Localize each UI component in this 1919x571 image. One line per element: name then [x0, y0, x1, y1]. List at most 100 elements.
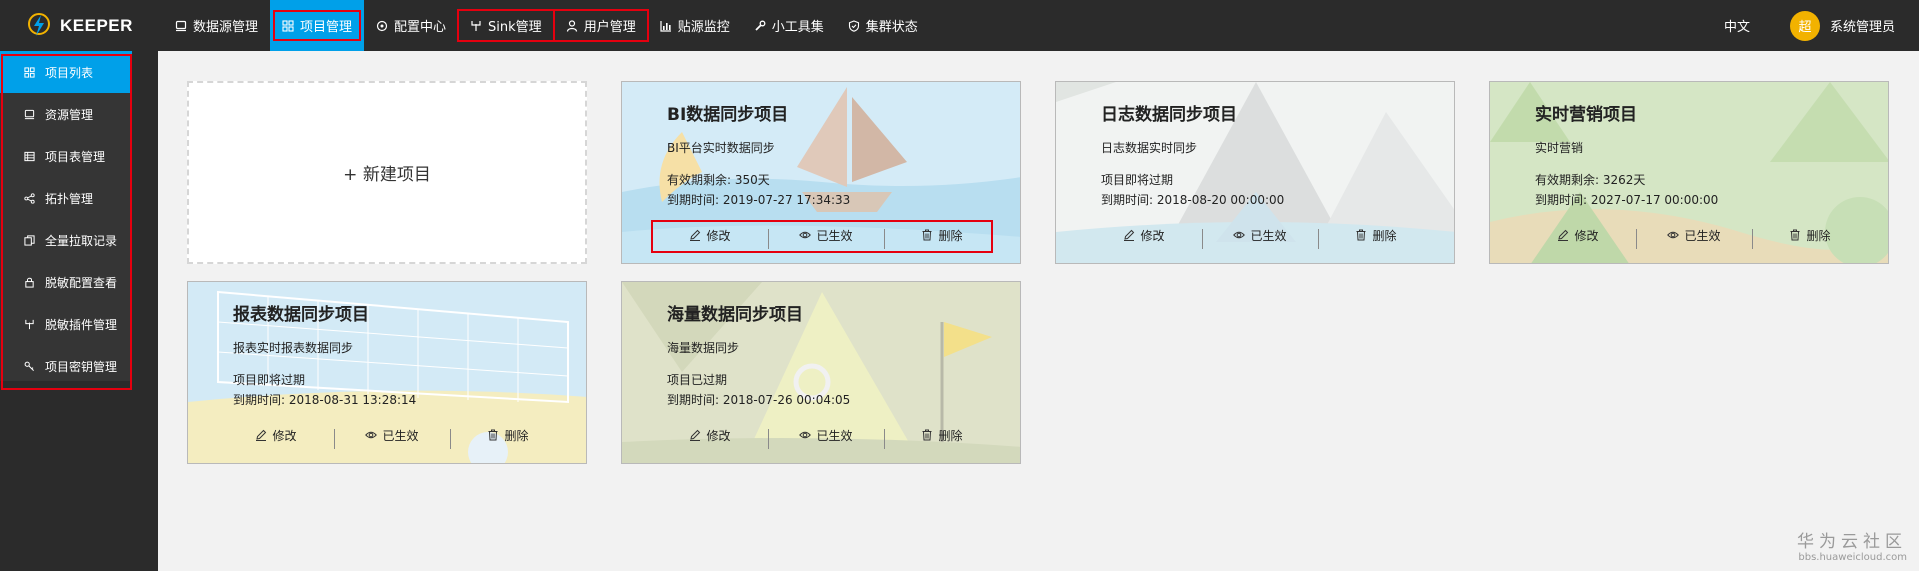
shield-icon — [848, 19, 860, 32]
top-right-area: 中文 超 系统管理员 — [1724, 0, 1895, 51]
eye-icon — [799, 231, 812, 239]
card-content: 日志数据同步项目 日志数据实时同步 项目即将过期 到期时间: 2018-08-2… — [1101, 100, 1434, 210]
sidebar-item-mask-config[interactable]: 脱敏配置查看 — [0, 261, 132, 303]
nav-item-project[interactable]: 项目管理 — [270, 0, 365, 51]
card-content: 海量数据同步项目 海量数据同步 项目已过期 到期时间: 2018-07-26 0… — [667, 300, 1000, 410]
active-status-button[interactable]: 已生效 — [1636, 227, 1752, 249]
copy-icon — [24, 234, 35, 246]
sidebar-item-project-list[interactable]: 项目列表 — [0, 51, 132, 93]
sidebar-item-label: 项目表管理 — [45, 149, 106, 164]
sidebar-item-label: 资源管理 — [45, 107, 94, 122]
eye-icon — [1233, 231, 1246, 239]
project-card[interactable]: BI数据同步项目 BI平台实时数据同步 有效期剩余: 350天 到期时间: 20… — [621, 81, 1021, 264]
nav-item-datasource[interactable]: 数据源管理 — [163, 0, 270, 51]
nav-item-user[interactable]: 用户管理 — [552, 0, 649, 51]
delete-label: 删除 — [504, 428, 529, 443]
project-title: 报表数据同步项目 — [233, 305, 369, 325]
nav-item-label: 配置中心 — [394, 20, 447, 35]
edit-button[interactable]: 修改 — [1086, 227, 1202, 244]
edit-button[interactable]: 修改 — [652, 427, 768, 444]
pencil-icon — [1124, 229, 1135, 241]
project-card[interactable]: 日志数据同步项目 日志数据实时同步 项目即将过期 到期时间: 2018-08-2… — [1055, 81, 1455, 264]
new-project-label: + 新建项目 — [343, 165, 431, 185]
project-desc: 实时营销 — [1535, 141, 1584, 155]
project-card[interactable]: 实时营销项目 实时营销 有效期剩余: 3262天 到期时间: 2027-07-1… — [1489, 81, 1889, 264]
nav-item-sink[interactable]: Sink管理 — [457, 0, 555, 51]
sidebar-item-label: 拓扑管理 — [45, 191, 94, 206]
nav-item-label: 用户管理 — [583, 20, 636, 35]
edit-label: 修改 — [272, 428, 297, 443]
active-label: 已生效 — [816, 228, 853, 243]
nav-item-label: 贴源监控 — [677, 20, 730, 35]
card-content: BI数据同步项目 BI平台实时数据同步 有效期剩余: 350天 到期时间: 20… — [667, 100, 1000, 210]
edit-label: 修改 — [1574, 228, 1599, 243]
nav-item-tools[interactable]: 小工具集 — [742, 0, 836, 51]
nav-item-config[interactable]: 配置中心 — [364, 0, 458, 51]
delete-button[interactable]: 删除 — [1752, 227, 1868, 249]
username[interactable]: 系统管理员 — [1830, 16, 1895, 35]
delete-button[interactable]: 删除 — [1318, 227, 1434, 249]
project-status: 有效期剩余: 350天 — [667, 173, 770, 187]
sidebar-menu: 项目列表 资源管理 项目表管理 拓扑管理 全量拉取记录 脱敏配置查看 脱敏插件管… — [0, 51, 132, 381]
active-label: 已生效 — [382, 428, 419, 443]
sidebar: 项目列表 资源管理 项目表管理 拓扑管理 全量拉取记录 脱敏配置查看 脱敏插件管… — [0, 51, 158, 571]
edit-button[interactable]: 修改 — [218, 427, 334, 444]
sink-icon — [470, 20, 482, 32]
project-title: 日志数据同步项目 — [1101, 105, 1237, 125]
pencil-icon — [690, 229, 701, 241]
trash-icon — [1790, 229, 1800, 241]
sidebar-item-label: 脱敏插件管理 — [45, 317, 118, 332]
edit-label: 修改 — [706, 228, 731, 243]
project-desc: BI平台实时数据同步 — [667, 141, 775, 155]
active-status-button[interactable]: 已生效 — [1202, 227, 1318, 249]
project-desc: 海量数据同步 — [667, 341, 740, 355]
delete-label: 删除 — [1372, 228, 1397, 243]
sidebar-item-topology[interactable]: 拓扑管理 — [0, 177, 132, 219]
keeper-logo-icon — [28, 12, 50, 36]
sidebar-item-resource[interactable]: 资源管理 — [0, 93, 132, 135]
main-nav: 数据源管理 项目管理 配置中心 Sink管理 用户管理 贴源监控 小工具集 集群… — [163, 0, 930, 51]
delete-button[interactable]: 删除 — [884, 227, 1000, 249]
project-card[interactable]: 海量数据同步项目 海量数据同步 项目已过期 到期时间: 2018-07-26 0… — [621, 281, 1021, 464]
card-actions: 修改 已生效 删除 — [1520, 223, 1868, 249]
project-card[interactable]: 报表数据同步项目 报表实时报表数据同步 项目即将过期 到期时间: 2018-08… — [187, 281, 587, 464]
project-expire: 到期时间: 2018-08-31 13:28:14 — [233, 393, 417, 407]
sidebar-item-project-key[interactable]: 项目密钥管理 — [0, 345, 132, 387]
top-navbar: KEEPER 数据源管理 项目管理 配置中心 Sink管理 用户管理 贴源监控 … — [0, 0, 1919, 51]
active-status-button[interactable]: 已生效 — [334, 427, 450, 449]
project-expire: 到期时间: 2018-07-26 00:04:05 — [667, 393, 851, 407]
trash-icon — [1356, 229, 1366, 241]
delete-button[interactable]: 删除 — [450, 427, 566, 449]
nav-item-label: 集群状态 — [865, 20, 918, 35]
project-desc: 报表实时报表数据同步 — [233, 341, 354, 355]
lock-icon — [25, 277, 34, 288]
active-status-button[interactable]: 已生效 — [768, 227, 884, 249]
database-icon — [175, 20, 187, 32]
active-label: 已生效 — [1250, 228, 1287, 243]
eye-icon — [365, 431, 378, 439]
project-status: 项目即将过期 — [1101, 173, 1174, 187]
nav-item-label: 项目管理 — [300, 20, 353, 35]
sidebar-item-mask-plugin[interactable]: 脱敏插件管理 — [0, 303, 132, 345]
card-content: 实时营销项目 实时营销 有效期剩余: 3262天 到期时间: 2027-07-1… — [1535, 100, 1868, 210]
brand[interactable]: KEEPER — [26, 0, 133, 51]
sidebar-item-table[interactable]: 项目表管理 — [0, 135, 132, 177]
user-icon — [566, 19, 578, 32]
delete-button[interactable]: 删除 — [884, 427, 1000, 449]
active-status-button[interactable]: 已生效 — [768, 427, 884, 449]
language-switch[interactable]: 中文 — [1724, 16, 1750, 35]
nav-item-cluster[interactable]: 集群状态 — [836, 0, 930, 51]
wrench-icon — [754, 20, 766, 32]
trash-icon — [488, 429, 498, 441]
edit-button[interactable]: 修改 — [1520, 227, 1636, 244]
card-actions: 修改 已生效 删除 — [218, 423, 566, 449]
avatar[interactable]: 超 — [1789, 10, 1820, 41]
card-actions: 修改 已生效 删除 — [652, 423, 1000, 449]
sidebar-item-full-pull[interactable]: 全量拉取记录 — [0, 219, 132, 261]
database-icon — [24, 109, 35, 119]
edit-button[interactable]: 修改 — [652, 227, 768, 244]
new-project-card[interactable]: + 新建项目 — [187, 81, 587, 264]
nav-item-label: 小工具集 — [771, 20, 824, 35]
pencil-icon — [1558, 229, 1569, 241]
nav-item-monitor[interactable]: 贴源监控 — [648, 0, 742, 51]
